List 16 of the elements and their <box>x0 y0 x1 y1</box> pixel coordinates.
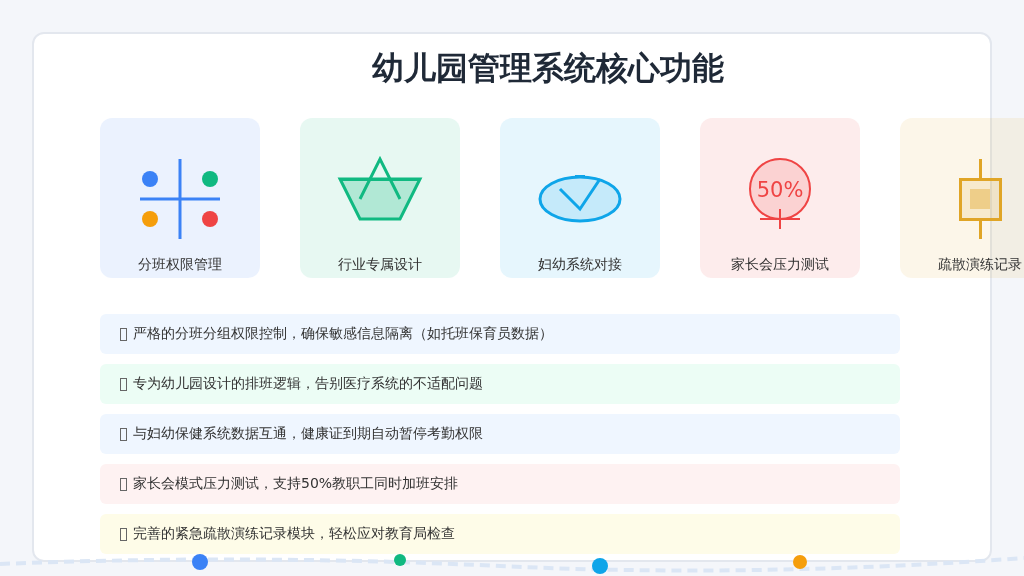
feature-label: 分班权限管理 <box>138 256 222 274</box>
missing-glyph-icon <box>120 377 127 391</box>
feature-description: 与妇幼保健系统数据互通，健康证到期自动暂停考勤权限 <box>133 425 483 443</box>
feature-description: 严格的分班分组权限控制，确保敏感信息隔离（如托班保育员数据） <box>133 325 553 343</box>
page-title: 幼儿园管理系统核心功能 <box>371 48 725 89</box>
missing-glyph-icon <box>120 477 127 491</box>
feature-description: 家长会模式压力测试，支持50%教职工同时加班安排 <box>133 475 459 493</box>
missing-glyph-icon <box>120 527 127 541</box>
missing-glyph-icon <box>120 427 127 441</box>
feature-label: 家长会压力测试 <box>731 256 829 274</box>
feature-description: 专为幼儿园设计的排班逻辑，告别医疗系统的不适配问题 <box>133 375 483 393</box>
feature-description: 完善的紧急疏散演练记录模块，轻松应对教育局检查 <box>133 525 455 543</box>
feature-label: 妇幼系统对接 <box>538 256 622 274</box>
missing-glyph-icon <box>120 327 127 341</box>
feature-label: 行业专属设计 <box>338 256 422 274</box>
feature-label: 疏散演练记录 <box>938 256 1022 274</box>
